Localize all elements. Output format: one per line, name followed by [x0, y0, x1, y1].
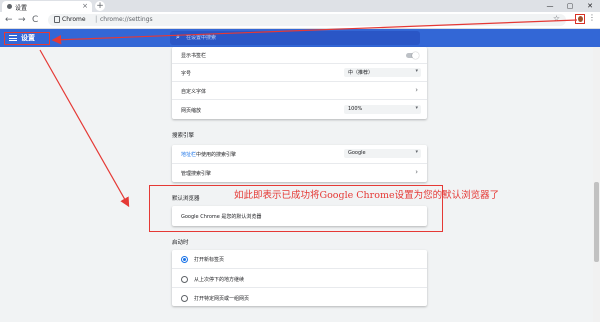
- address-bar-engine-label: 地址栏中使用的搜索引擎: [181, 151, 236, 158]
- font-size-row: 字号 中（推荐） ▾: [172, 63, 427, 82]
- site-label: Chrome: [62, 16, 86, 23]
- bookmark-star-icon[interactable]: ☆: [553, 14, 560, 23]
- search-engine-section-title: 搜索引擎: [172, 133, 195, 139]
- page-zoom-value: 100%: [348, 106, 363, 112]
- profile-button[interactable]: [575, 14, 585, 24]
- close-icon[interactable]: ✕: [580, 0, 600, 12]
- manage-search-engines-row[interactable]: 管理搜索引擎 ›: [172, 163, 427, 183]
- tab-close-icon[interactable]: ×: [82, 2, 88, 10]
- page-zoom-row: 网页缩放 100% ▾: [172, 99, 427, 120]
- address-bar-link[interactable]: 地址栏: [181, 152, 196, 158]
- page-zoom-label: 网页缩放: [181, 108, 202, 114]
- scrollbar-thumb[interactable]: [594, 182, 599, 262]
- search-engine-card: 地址栏中使用的搜索引擎 Google ▾ 管理搜索引擎 ›: [172, 145, 427, 182]
- search-engine-select[interactable]: Google ▾: [344, 149, 421, 158]
- page-zoom-select[interactable]: 100% ▾: [344, 105, 421, 114]
- startup-option-continue[interactable]: 从上次停下的地方继续: [172, 268, 427, 288]
- search-engine-value: Google: [348, 150, 366, 156]
- chevron-down-icon: ▾: [415, 68, 418, 74]
- startup-option-new-tab[interactable]: 打开新标签页: [172, 250, 427, 268]
- minimize-icon[interactable]: —: [540, 0, 560, 12]
- search-placeholder: 在设置中搜索: [186, 35, 217, 41]
- startup-option-specific-pages[interactable]: 打开特定网页或一组网页: [172, 287, 427, 307]
- show-bookmarks-label: 显示书签栏: [181, 53, 207, 59]
- forward-icon[interactable]: →: [18, 14, 26, 26]
- reload-icon[interactable]: C: [32, 14, 38, 26]
- address-bar-engine-text: 中使用的搜索引擎: [196, 152, 237, 158]
- startup-option-label: 打开新标签页: [194, 257, 225, 263]
- show-bookmarks-row[interactable]: 显示书签栏: [172, 47, 427, 63]
- radio-unselected[interactable]: [181, 276, 188, 283]
- secure-lock-icon: [54, 16, 60, 23]
- manage-search-engines-label: 管理搜索引擎: [181, 171, 212, 177]
- settings-gear-icon: [7, 4, 12, 9]
- chevron-down-icon: ▾: [415, 149, 418, 155]
- startup-option-label: 打开特定网页或一组网页: [194, 296, 250, 302]
- annotation-highlight-box: [4, 32, 50, 45]
- font-size-label: 字号: [181, 71, 192, 77]
- address-bar[interactable]: Chrome | chrome://settings ☆: [48, 14, 566, 26]
- back-icon[interactable]: ←: [5, 14, 13, 26]
- new-tab-button[interactable]: +: [95, 1, 105, 11]
- annotation-text: 如此即表示已成功将Google Chrome设置为您的默认浏览器了: [234, 190, 500, 201]
- settings-search-input[interactable]: ⌕ 在设置中搜索: [170, 31, 420, 45]
- radio-selected[interactable]: [181, 256, 188, 263]
- window-controls: — ▢ ✕: [540, 0, 600, 12]
- address-bar-engine-row: 地址栏中使用的搜索引擎 Google ▾: [172, 145, 427, 163]
- settings-header: 设置 ⌕ 在设置中搜索: [0, 29, 600, 47]
- url-separator: |: [95, 15, 98, 23]
- url-text[interactable]: chrome://settings: [100, 16, 153, 23]
- menu-dots-icon[interactable]: ⋮: [588, 13, 596, 22]
- browser-toolbar: ← → C Chrome | chrome://settings ☆: [0, 12, 600, 29]
- font-size-value: 中（推荐）: [348, 70, 374, 76]
- search-icon: ⌕: [176, 33, 180, 41]
- on-startup-section-title: 启动时: [172, 240, 189, 246]
- annotation-arrow: [39, 49, 130, 208]
- tab-title: 设置: [15, 5, 28, 12]
- custom-fonts-row[interactable]: 自定义字体 ›: [172, 81, 427, 100]
- on-startup-card: 打开新标签页 从上次停下的地方继续 打开特定网页或一组网页: [172, 250, 427, 306]
- chevron-right-icon: ›: [415, 86, 418, 94]
- radio-unselected[interactable]: [181, 295, 188, 302]
- custom-fonts-label: 自定义字体: [181, 89, 207, 95]
- tab-settings[interactable]: 设置 ×: [2, 1, 92, 12]
- startup-option-label: 从上次停下的地方继续: [194, 277, 245, 283]
- chevron-down-icon: ▾: [415, 105, 418, 111]
- chevron-right-icon: ›: [415, 168, 418, 176]
- maximize-icon[interactable]: ▢: [560, 0, 580, 12]
- appearance-card: 显示书签栏 字号 中（推荐） ▾ 自定义字体 › 网页缩放 100% ▾: [172, 47, 427, 119]
- font-size-select[interactable]: 中（推荐） ▾: [344, 68, 421, 77]
- avatar-icon: [578, 16, 583, 22]
- bookmarks-bar-toggle[interactable]: [406, 52, 419, 59]
